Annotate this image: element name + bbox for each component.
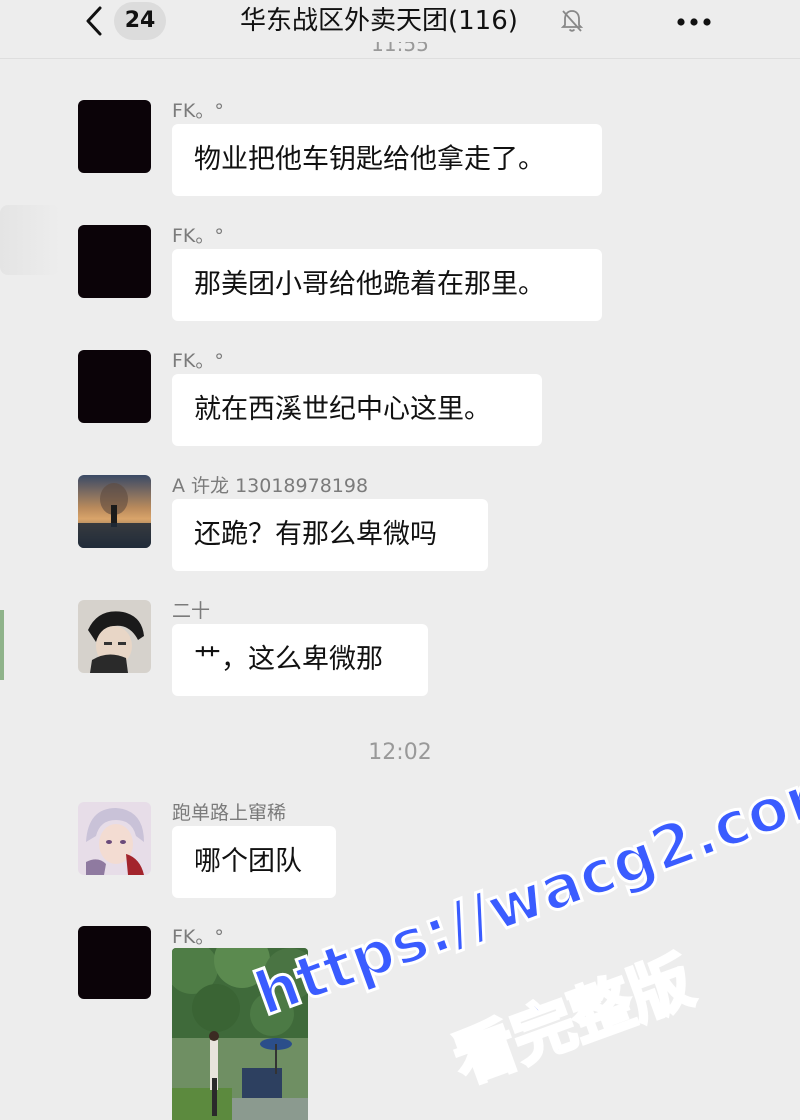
watermark-text: 看完整版 [443, 942, 704, 1098]
message-bubble[interactable]: 就在西溪世纪中心这里。 [172, 374, 542, 446]
header-divider [0, 58, 800, 59]
sender-name: 二十 [172, 600, 211, 622]
edge-artifact [0, 205, 60, 275]
edge-artifact-green [0, 610, 4, 680]
time-separator: 12:02 [368, 740, 432, 765]
avatar-image [78, 475, 151, 548]
avatar-image [78, 802, 151, 875]
message-bubble[interactable]: 哪个团队 [172, 826, 336, 898]
message-bubble[interactable]: 还跪？有那么卑微吗 [172, 499, 488, 571]
sender-name: A 许龙 13018978198 [172, 475, 369, 497]
chat-title: 华东战区外卖天团(116) [240, 6, 518, 36]
sender-name: FK。° [172, 100, 224, 122]
avatar[interactable] [78, 225, 151, 298]
avatar[interactable] [78, 600, 151, 673]
message-bubble[interactable]: 物业把他车钥匙给他拿走了。 [172, 124, 602, 196]
unread-count-badge[interactable]: 24 [114, 2, 166, 40]
message-bubble[interactable]: 那美团小哥给他跪着在那里。 [172, 249, 602, 321]
avatar-image [78, 600, 151, 673]
avatar[interactable] [78, 802, 151, 875]
sender-name: FK。° [172, 926, 224, 948]
avatar[interactable] [78, 475, 151, 548]
bell-off-icon [560, 8, 584, 34]
avatar[interactable] [78, 926, 151, 999]
avatar[interactable] [78, 100, 151, 173]
more-dots-icon [677, 18, 711, 26]
chat-screen: 24 华东战区外卖天团(116) 11:55 FK。° 物业把他车钥匙给他拿走了… [0, 0, 800, 1120]
chevron-left-icon [86, 6, 102, 36]
sender-name: FK。° [172, 350, 224, 372]
back-button[interactable] [80, 4, 110, 38]
more-options-button[interactable] [674, 14, 714, 28]
chat-header: 24 华东战区外卖天团(116) [0, 0, 800, 48]
sender-name: FK。° [172, 225, 224, 247]
sender-name: 跑单路上窜稀 [172, 802, 287, 824]
avatar[interactable] [78, 350, 151, 423]
message-bubble[interactable]: 艹，这么卑微那 [172, 624, 428, 696]
